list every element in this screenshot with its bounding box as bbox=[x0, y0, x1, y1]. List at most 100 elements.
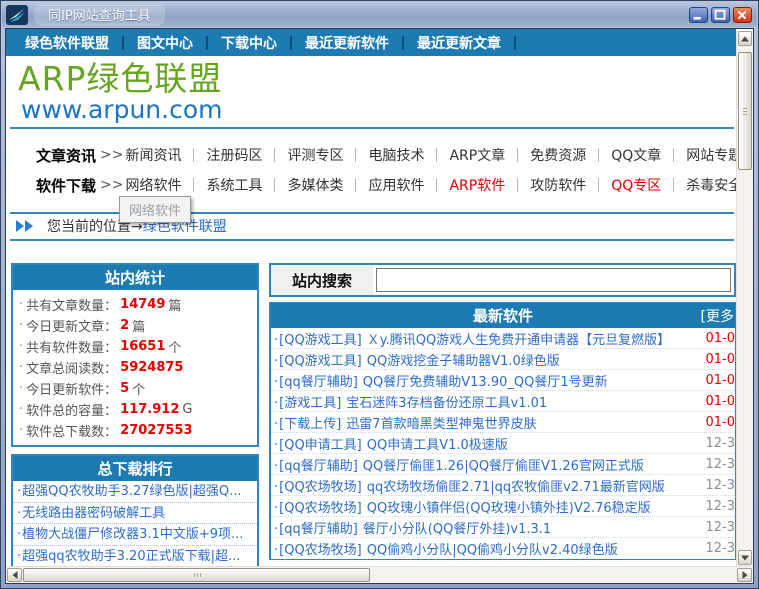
stat-unit: 篇 bbox=[132, 320, 146, 335]
stat-row: 软件总的容量： 117.912 G bbox=[13, 399, 257, 420]
software-row: [qq餐厅辅助]QQ餐厅免费辅助V13.90_QQ餐厅1号更新 01-0 bbox=[271, 370, 735, 391]
articles-menu-label: 文章资讯 bbox=[36, 146, 97, 165]
software-category: [QQ申请工具] bbox=[279, 437, 362, 453]
software-date: 12-3 bbox=[705, 435, 735, 451]
stat-label: 软件总下载数： bbox=[26, 425, 118, 440]
latest-software-box: 最新软件 [更多 [QQ游戏工具]Ｘy.腾讯QQ游戏人生免费开通申请器【元旦复燃… bbox=[269, 302, 736, 560]
ranking-link[interactable]: 无线路由器密码破解工具 bbox=[13, 503, 257, 524]
software-link[interactable]: [qq餐厅辅助]餐厅小分队(QQ餐厅外挂)v1.3.1 bbox=[274, 518, 701, 537]
software-category-link[interactable]: QQ专区 bbox=[599, 175, 673, 195]
top-nav-link[interactable]: 绿色软件联盟 bbox=[12, 33, 122, 53]
software-link[interactable]: [下载上传]迅雷7首款暗黑类型神鬼世界皮肤 bbox=[274, 413, 701, 432]
article-category-link[interactable]: 新闻资讯 bbox=[125, 145, 193, 165]
download-ranking-title: 总下载排行 bbox=[13, 456, 257, 481]
software-row: [QQ农场牧场] QQ偷鸡小分队|QQ偷鸡小分队v2.40绿色版 12-3 bbox=[271, 538, 735, 559]
software-category: [QQ游戏工具] bbox=[279, 332, 362, 348]
ranking-link[interactable]: 超强qq农牧助手3.20正式版下载|超... bbox=[13, 546, 257, 567]
software-link[interactable]: [qq餐厅辅助]QQ餐厅偷匪1.26|QQ餐厅偷匪V1.26官网正式版 bbox=[274, 455, 701, 474]
software-link[interactable]: [QQ申请工具]QQ申请工具V1.0极速版 bbox=[274, 434, 701, 453]
scroll-up-button[interactable] bbox=[738, 31, 752, 46]
stat-value: 5 bbox=[120, 381, 130, 396]
stat-row: 软件总下载数： 27027553 bbox=[13, 420, 257, 441]
breadcrumb-arrows-icon bbox=[16, 220, 33, 232]
maximize-button[interactable] bbox=[711, 6, 730, 23]
stat-unit: G bbox=[182, 402, 193, 417]
stat-value: 5924875 bbox=[120, 360, 184, 375]
software-category: [游戏工具] bbox=[279, 395, 342, 411]
title-bar[interactable]: 同IP网站查询工具 bbox=[2, 2, 757, 27]
window-client-area: 绿色软件联盟 图文中心 下载中心 最近更新软件 最近更新文章 ARP绿色联盟 w… bbox=[5, 28, 754, 584]
horizontal-scroll-thumb[interactable] bbox=[23, 568, 370, 582]
hover-tooltip: 网络软件 bbox=[119, 196, 192, 223]
horizontal-scrollbar[interactable] bbox=[6, 566, 753, 583]
top-nav-link[interactable]: 下载中心 bbox=[208, 33, 290, 53]
window-title: 同IP网站查询工具 bbox=[48, 9, 151, 24]
software-category-link[interactable]: 多媒体类 bbox=[275, 175, 355, 195]
software-row: [QQ农场牧场]QQ玫瑰小镇伴侣(QQ玫瑰小镇外挂)V2.76稳定版 12-3 bbox=[271, 496, 735, 517]
site-logo[interactable]: ARP绿色联盟 www.arpun.com bbox=[18, 59, 223, 123]
stat-label: 共有文章数量： bbox=[26, 299, 118, 314]
software-category: [QQ农场牧场] bbox=[279, 479, 362, 495]
software-date: 12-3 bbox=[705, 541, 735, 556]
ranking-link[interactable]: 超强QQ农牧助手3.27绿色版|超强Q... bbox=[13, 481, 257, 503]
software-category-link[interactable]: 应用软件 bbox=[356, 175, 436, 195]
software-date: 12-3 bbox=[705, 477, 735, 493]
software-date: 12-3 bbox=[705, 498, 735, 514]
software-category-link[interactable]: 网络软件 bbox=[125, 175, 193, 195]
stat-label: 今日更新文章： bbox=[26, 320, 118, 335]
site-top-nav: 绿色软件联盟 图文中心 下载中心 最近更新软件 最近更新文章 bbox=[6, 29, 736, 56]
software-link[interactable]: [游戏工具]宝石迷阵3存档备份还原工具v1.01 bbox=[274, 392, 701, 411]
vertical-scrollbar[interactable] bbox=[736, 31, 753, 566]
top-nav-link[interactable]: 图文中心 bbox=[124, 33, 206, 53]
software-link[interactable]: [QQ农场牧场] QQ偷鸡小分队|QQ偷鸡小分队v2.40绿色版 bbox=[274, 539, 701, 558]
software-category-link[interactable]: 系统工具 bbox=[194, 175, 274, 195]
article-category-link[interactable]: ARP文章 bbox=[437, 145, 517, 165]
web-page: 绿色软件联盟 图文中心 下载中心 最近更新软件 最近更新文章 ARP绿色联盟 w… bbox=[6, 29, 736, 566]
software-menu-label: 软件下载 bbox=[36, 176, 97, 195]
software-name: 餐厅小分队(QQ餐厅外挂)v1.3.1 bbox=[362, 521, 552, 537]
article-category-link[interactable]: 注册码区 bbox=[194, 145, 274, 165]
minimize-button[interactable] bbox=[689, 6, 708, 23]
scroll-left-button[interactable] bbox=[7, 568, 22, 582]
software-link[interactable]: [QQ游戏工具]QQ游戏挖金子辅助器V1.0绿色版 bbox=[274, 350, 701, 369]
ranking-link[interactable]: 植物大战僵尸修改器3.1中文版+9项... bbox=[13, 524, 257, 546]
article-category-link[interactable]: 评测专区 bbox=[275, 145, 355, 165]
nav-separator bbox=[514, 35, 516, 50]
software-category-link[interactable]: 杀毒安全 bbox=[674, 175, 736, 195]
stat-label: 文章总阅读数： bbox=[26, 362, 118, 377]
stat-row: 共有文章数量： 14749 篇 bbox=[13, 294, 257, 315]
software-name: QQ餐厅偷匪1.26|QQ餐厅偷匪V1.26官网正式版 bbox=[362, 458, 644, 474]
stat-unit: 个 bbox=[132, 383, 146, 398]
scroll-down-button[interactable] bbox=[738, 550, 752, 565]
logo-title: ARP绿色联盟 bbox=[18, 59, 223, 98]
software-category-link[interactable]: ARP软件 bbox=[437, 175, 517, 195]
software-row: [下载上传]迅雷7首款暗黑类型神鬼世界皮肤 01-0 bbox=[271, 412, 735, 433]
stat-label: 今日更新软件： bbox=[26, 383, 118, 398]
close-button[interactable] bbox=[733, 6, 752, 23]
article-category-link[interactable]: 免费资源 bbox=[518, 145, 598, 165]
software-name: QQ玫瑰小镇伴侣(QQ玫瑰小镇外挂)V2.76稳定版 bbox=[366, 500, 651, 516]
software-category: [qq餐厅辅助] bbox=[279, 521, 358, 537]
software-link[interactable]: [QQ农场牧场]qq农场牧场偷匪2.71|qq农牧偷匪v2.71最新官网版 bbox=[274, 476, 701, 495]
software-category: [下载上传] bbox=[279, 416, 342, 432]
software-category-link[interactable]: 攻防软件 bbox=[518, 175, 598, 195]
top-nav-link[interactable]: 最近更新软件 bbox=[292, 33, 402, 53]
software-name: QQ偷鸡小分队|QQ偷鸡小分队v2.40绿色版 bbox=[366, 543, 618, 558]
article-category-link[interactable]: QQ文章 bbox=[599, 145, 673, 165]
software-name: Ｘy.腾讯QQ游戏人生免费开通申请器【元旦复燃版】 bbox=[366, 332, 671, 348]
software-link[interactable]: [qq餐厅辅助]QQ餐厅免费辅助V13.90_QQ餐厅1号更新 bbox=[274, 371, 701, 390]
more-link[interactable]: [更多 bbox=[701, 303, 734, 328]
software-date: 12-3 bbox=[705, 519, 735, 535]
main-panel: 站内搜索 最新软件 [更多 [QQ游戏工具]Ｘy.腾讯QQ游戏人生免 bbox=[269, 257, 736, 566]
software-row: [QQ游戏工具]Ｘy.腾讯QQ游戏人生免费开通申请器【元旦复燃版】 01-0 bbox=[271, 328, 735, 349]
scroll-right-button[interactable] bbox=[737, 568, 752, 582]
app-icon bbox=[6, 4, 28, 25]
software-link[interactable]: [QQ游戏工具]Ｘy.腾讯QQ游戏人生免费开通申请器【元旦复燃版】 bbox=[274, 329, 701, 348]
vertical-scroll-thumb[interactable] bbox=[738, 52, 752, 170]
article-category-link[interactable]: 网站专题 bbox=[674, 145, 736, 165]
top-nav-link[interactable]: 最近更新文章 bbox=[404, 33, 514, 53]
software-date: 01-0 bbox=[705, 330, 735, 346]
article-category-link[interactable]: 电脑技术 bbox=[356, 145, 436, 165]
software-link[interactable]: [QQ农场牧场]QQ玫瑰小镇伴侣(QQ玫瑰小镇外挂)V2.76稳定版 bbox=[274, 497, 701, 516]
search-input[interactable] bbox=[376, 268, 731, 292]
